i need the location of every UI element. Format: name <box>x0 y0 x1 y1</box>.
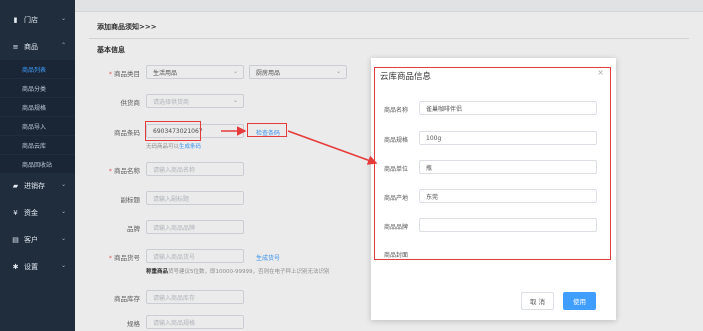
annotation-barcode-box <box>145 121 201 141</box>
sidebar-subitem-goods-category[interactable]: 商品分类 <box>0 79 75 97</box>
gear-icon: ✱ <box>12 263 19 271</box>
annotation-check-box <box>247 123 287 137</box>
sidebar-subitem-goods-import[interactable]: 商品导入 <box>0 117 75 135</box>
sidebar-subitem-label: 商品云库 <box>22 142 47 150</box>
chevron-down-icon: ⌄ <box>60 181 66 188</box>
sidebar-item-label: 商品 <box>24 43 38 51</box>
sidebar-item-inventory[interactable]: ▰ 进销存 ⌄ <box>0 177 75 195</box>
sidebar-subitem-label: 商品回收站 <box>22 161 53 169</box>
sidebar-item-label: 客户 <box>24 236 38 244</box>
sidebar-item-customers[interactable]: ▤ 客户 ⌄ <box>0 231 75 249</box>
list-icon: ≡ <box>12 43 19 51</box>
use-button[interactable]: 使用 <box>563 292 596 310</box>
sidebar-item-label: 门店 <box>24 16 38 24</box>
chevron-down-icon: ⌄ <box>60 15 66 22</box>
sidebar-item-label: 进销存 <box>24 182 45 190</box>
cancel-button[interactable]: 取 消 <box>521 292 554 310</box>
sidebar-subitem-label: 商品列表 <box>22 66 47 74</box>
sidebar-item-funds[interactable]: ¥ 资金 ⌄ <box>0 204 75 222</box>
sidebar-item-settings[interactable]: ✱ 设置 ⌄ <box>0 258 75 276</box>
chevron-down-icon: ⌄ <box>60 208 66 215</box>
sidebar-subitem-goods-spec[interactable]: 商品规格 <box>0 98 75 116</box>
chevron-down-icon: ⌄ <box>60 262 66 269</box>
annotation-dialog-box <box>374 67 611 260</box>
sidebar-subitem-goods-list[interactable]: 商品列表 <box>0 60 75 78</box>
sidebar-subitem-label: 商品分类 <box>22 85 47 93</box>
sidebar-subitem-goods-cloud[interactable]: 商品云库 <box>0 136 75 154</box>
sidebar-item-goods[interactable]: ≡ 商品 ⌃ <box>0 38 75 56</box>
chevron-up-icon: ⌃ <box>60 42 66 49</box>
sidebar-subitem-goods-recycle[interactable]: 商品回收站 <box>0 155 75 173</box>
yen-icon: ¥ <box>13 209 18 217</box>
sidebar: ▮ 门店 ⌄ ≡ 商品 ⌃ 商品列表 商品分类 商品规格 商品导入 商品云库 商… <box>0 0 75 331</box>
sidebar-item-label: 设置 <box>24 263 38 271</box>
sidebar-item-store[interactable]: ▮ 门店 ⌄ <box>0 11 75 29</box>
sidebar-item-label: 资金 <box>24 209 38 217</box>
sidebar-subitem-label: 商品规格 <box>22 104 47 112</box>
truck-icon: ▰ <box>12 182 19 190</box>
store-icon: ▮ <box>13 16 18 24</box>
customer-card-icon: ▤ <box>12 236 19 244</box>
sidebar-subitem-label: 商品导入 <box>22 123 47 131</box>
chevron-down-icon: ⌄ <box>60 235 66 242</box>
